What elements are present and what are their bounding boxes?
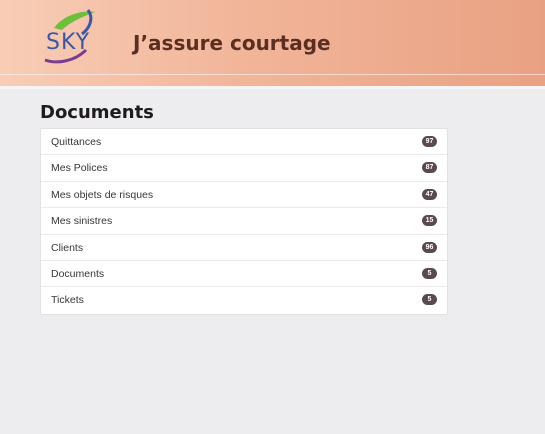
list-item-label: Clients: [51, 241, 84, 254]
logo-text: SKY: [46, 30, 91, 55]
list-item-label: Tickets: [51, 294, 84, 307]
list-item-mes-sinistres[interactable]: Mes sinistres 15: [41, 208, 447, 235]
header-divider: [0, 74, 545, 75]
list-item-label: Mes sinistres: [51, 215, 113, 228]
top-header: SKY J’assure courtage: [0, 0, 545, 86]
count-badge: 97: [422, 136, 437, 147]
count-badge: 5: [422, 267, 437, 279]
list-item-quittances[interactable]: Quittances 97: [41, 129, 447, 156]
list-item-tickets[interactable]: Tickets 5: [41, 287, 447, 313]
list-item-mes-polices[interactable]: Mes Polices 87: [41, 155, 447, 182]
count-badge: 15: [422, 215, 437, 227]
documents-list: Quittances 97 Mes Polices 87 Mes objets …: [40, 128, 448, 315]
page-title: Documents: [40, 102, 154, 123]
brand-title: J’assure courtage: [133, 31, 331, 55]
list-item-objets-de-risques[interactable]: Mes objets de risques 47: [41, 182, 447, 209]
list-item-label: Quittances: [51, 136, 102, 148]
list-item-label: Documents: [51, 267, 105, 280]
header-bottom-border: [0, 86, 545, 89]
count-badge: 5: [422, 294, 437, 306]
list-item-label: Mes objets de risques: [51, 188, 154, 201]
count-badge: 47: [422, 188, 437, 200]
list-item-label: Mes Polices: [51, 162, 108, 175]
sky-logo[interactable]: SKY: [40, 8, 102, 66]
list-item-clients[interactable]: Clients 96: [41, 235, 447, 261]
count-badge: 96: [422, 241, 437, 253]
list-item-documents[interactable]: Documents 5: [41, 261, 447, 288]
count-badge: 87: [422, 162, 437, 174]
